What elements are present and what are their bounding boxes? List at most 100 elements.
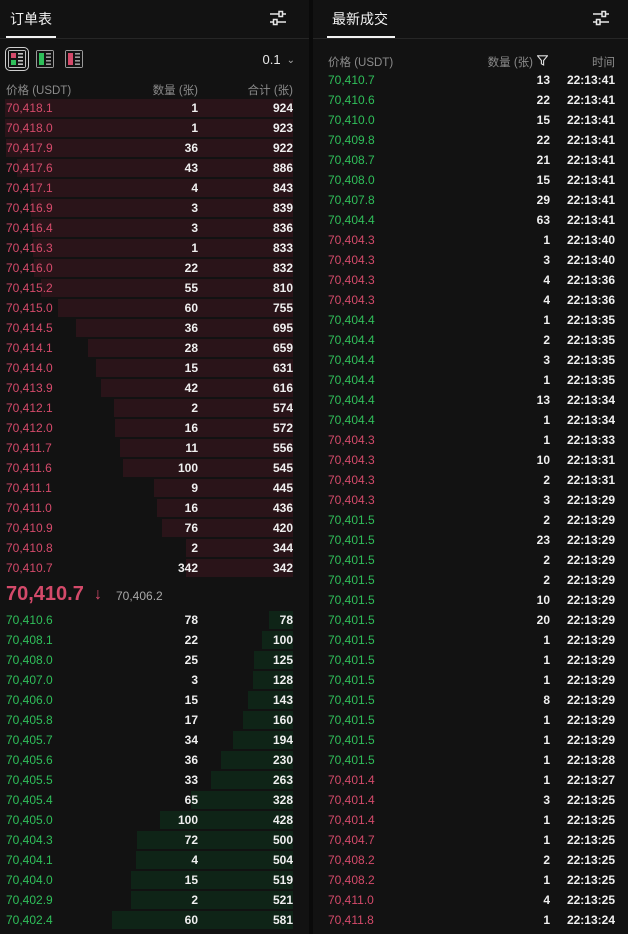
col-price: 价格 (USDT) — [328, 57, 394, 69]
ask-price: 70,416.4 — [6, 221, 53, 235]
bid-row[interactable]: 70,405.5 33 263 — [0, 770, 309, 790]
ask-row[interactable]: 70,411.0 16 436 — [0, 498, 309, 518]
ask-row[interactable]: 70,410.8 2 344 — [0, 538, 309, 558]
ask-row[interactable]: 70,416.9 3 839 — [0, 198, 309, 218]
bid-row[interactable]: 70,404.1 4 504 — [0, 850, 309, 870]
ask-total: 445 — [272, 481, 293, 495]
trade-qty: 1 — [543, 773, 550, 787]
ask-row[interactable]: 70,416.4 3 836 — [0, 218, 309, 238]
trade-qty: 63 — [536, 213, 550, 227]
precision-select[interactable]: 0.1 ⌄ — [263, 52, 295, 67]
bid-row[interactable]: 70,405.4 65 328 — [0, 790, 309, 810]
bid-row[interactable]: 70,407.0 3 128 — [0, 670, 309, 690]
bid-row[interactable]: 70,405.6 36 230 — [0, 750, 309, 770]
book-asks-icon[interactable] — [65, 50, 83, 68]
ask-row[interactable]: 70,410.7 342 342 — [0, 558, 309, 578]
ask-row[interactable]: 70,418.0 1 923 — [0, 118, 309, 138]
trade-time: 22:13:25 — [566, 873, 615, 887]
ask-qty: 42 — [184, 381, 198, 395]
filter-icon[interactable] — [537, 55, 548, 66]
ask-qty: 1 — [191, 101, 198, 115]
settings-sliders-icon[interactable] — [592, 10, 610, 26]
trade-row: 70,401.5 2 22:13:29 — [313, 510, 628, 530]
ask-price: 70,410.7 — [6, 561, 53, 575]
bid-qty: 78 — [184, 613, 198, 627]
trade-price: 70,401.5 — [328, 593, 375, 607]
settings-sliders-icon[interactable] — [269, 10, 287, 26]
bid-row[interactable]: 70,406.0 15 143 — [0, 690, 309, 710]
bid-qty: 36 — [184, 753, 198, 767]
trade-time: 22:13:41 — [566, 193, 615, 207]
ask-price: 70,416.3 — [6, 241, 53, 255]
trade-price: 70,404.3 — [328, 453, 375, 467]
bid-price: 70,410.6 — [6, 613, 53, 627]
trade-qty: 2 — [543, 573, 550, 587]
ask-row[interactable]: 70,411.1 9 445 — [0, 478, 309, 498]
ask-row[interactable]: 70,414.5 36 695 — [0, 318, 309, 338]
trade-qty: 1 — [543, 433, 550, 447]
ask-row[interactable]: 70,416.3 1 833 — [0, 238, 309, 258]
ask-row[interactable]: 70,412.1 2 574 — [0, 398, 309, 418]
trade-time: 22:13:29 — [566, 673, 615, 687]
ask-row[interactable]: 70,415.0 60 755 — [0, 298, 309, 318]
trade-time: 22:13:27 — [566, 773, 615, 787]
bid-row[interactable]: 70,404.3 72 500 — [0, 830, 309, 850]
trade-row: 70,401.4 1 22:13:25 — [313, 810, 628, 830]
bid-row[interactable]: 70,402.4 60 581 — [0, 910, 309, 930]
trade-row: 70,404.4 3 22:13:35 — [313, 350, 628, 370]
trade-row: 70,404.4 2 22:13:35 — [313, 330, 628, 350]
ask-qty: 342 — [177, 561, 198, 575]
tab-orderbook[interactable]: 订单表 — [10, 9, 52, 29]
trade-time: 22:13:29 — [566, 573, 615, 587]
trade-price: 70,401.5 — [328, 633, 375, 647]
tab-recent-trades[interactable]: 最新成交 — [332, 9, 388, 29]
trade-price: 70,401.4 — [328, 773, 375, 787]
trade-qty: 1 — [543, 673, 550, 687]
ask-row[interactable]: 70,413.9 42 616 — [0, 378, 309, 398]
bid-row[interactable]: 70,408.1 22 100 — [0, 630, 309, 650]
trade-time: 22:13:35 — [566, 373, 615, 387]
book-bids-icon[interactable] — [36, 50, 54, 68]
ask-row[interactable]: 70,411.6 100 545 — [0, 458, 309, 478]
ask-price: 70,411.0 — [6, 501, 52, 515]
ask-row[interactable]: 70,410.9 76 420 — [0, 518, 309, 538]
bid-total: 230 — [272, 753, 293, 767]
bid-row[interactable]: 70,405.7 34 194 — [0, 730, 309, 750]
trade-qty: 1 — [543, 373, 550, 387]
bid-price: 70,405.6 — [6, 753, 53, 767]
trade-row: 70,401.5 2 22:13:29 — [313, 550, 628, 570]
bid-qty: 60 — [184, 913, 198, 927]
bid-row[interactable]: 70,410.6 78 78 — [0, 610, 309, 630]
ask-row[interactable]: 70,412.0 16 572 — [0, 418, 309, 438]
trade-row: 70,401.5 20 22:13:29 — [313, 610, 628, 630]
ask-row[interactable]: 70,417.9 36 922 — [0, 138, 309, 158]
ask-price: 70,417.9 — [6, 141, 53, 155]
ask-row[interactable]: 70,417.6 43 886 — [0, 158, 309, 178]
ask-row[interactable]: 70,414.0 15 631 — [0, 358, 309, 378]
ask-depth-bar — [32, 219, 293, 237]
bid-row[interactable]: 70,405.8 17 160 — [0, 710, 309, 730]
trade-qty: 1 — [543, 233, 550, 247]
trade-qty: 2 — [543, 473, 550, 487]
ask-total: 342 — [272, 561, 293, 575]
trade-price: 70,404.3 — [328, 493, 375, 507]
trade-qty: 3 — [543, 253, 550, 267]
bid-row[interactable]: 70,404.0 15 519 — [0, 870, 309, 890]
book-both-icon[interactable] — [5, 47, 29, 71]
bid-row[interactable]: 70,402.9 2 521 — [0, 890, 309, 910]
bid-qty: 72 — [184, 833, 198, 847]
ask-total: 631 — [272, 361, 293, 375]
ask-row[interactable]: 70,416.0 22 832 — [0, 258, 309, 278]
bid-total: 143 — [272, 693, 293, 707]
ask-row[interactable]: 70,414.1 28 659 — [0, 338, 309, 358]
bid-total: 78 — [279, 613, 293, 627]
bid-row[interactable]: 70,405.0 100 428 — [0, 810, 309, 830]
ask-row[interactable]: 70,417.1 4 843 — [0, 178, 309, 198]
ask-row[interactable]: 70,418.1 1 924 — [0, 98, 309, 118]
bid-row[interactable]: 70,408.0 25 125 — [0, 650, 309, 670]
ask-total: 810 — [272, 281, 293, 295]
ask-row[interactable]: 70,415.2 55 810 — [0, 278, 309, 298]
trade-qty: 1 — [543, 313, 550, 327]
ask-row[interactable]: 70,411.7 11 556 — [0, 438, 309, 458]
chevron-down-icon: ⌄ — [286, 55, 295, 66]
